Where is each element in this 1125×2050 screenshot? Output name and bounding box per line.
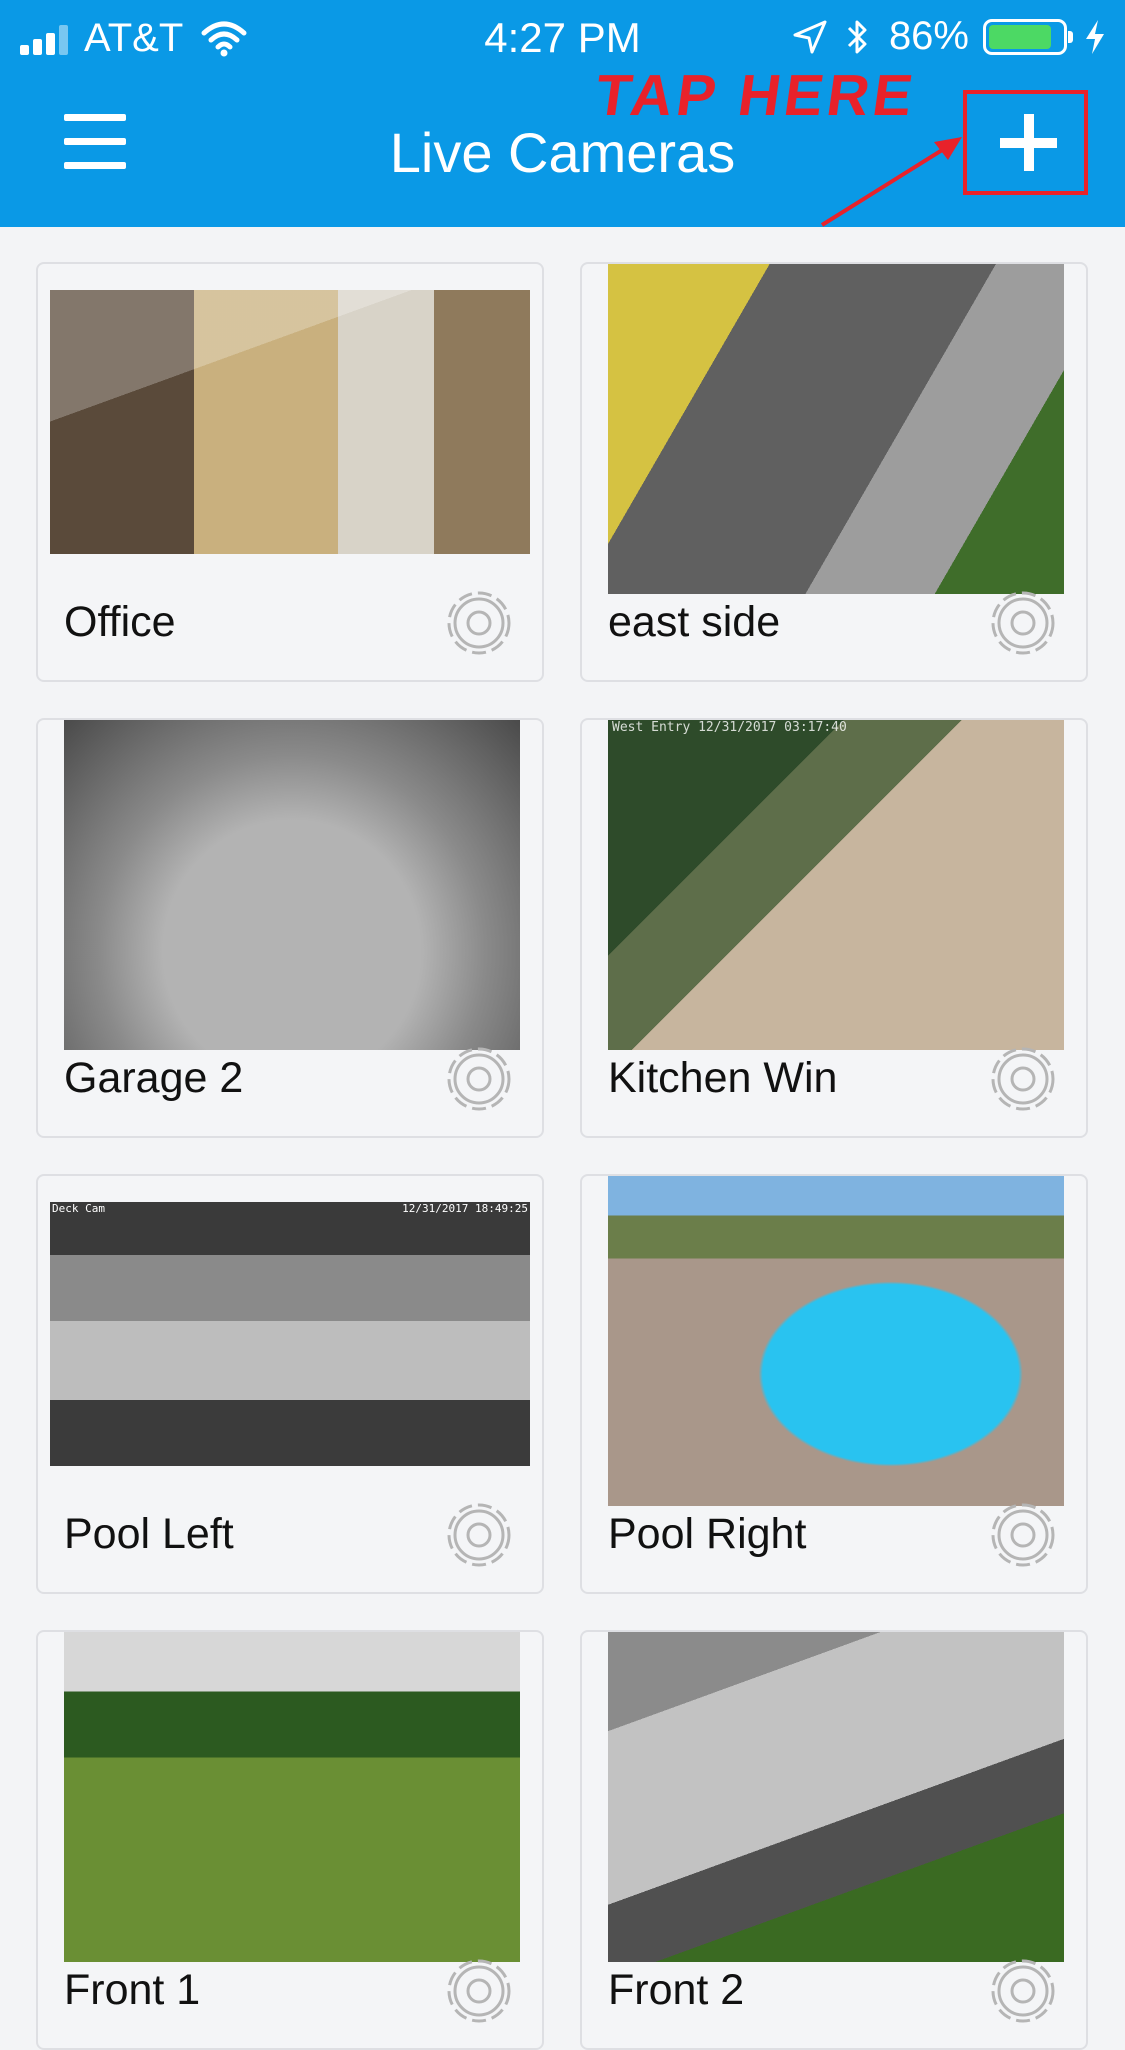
camera-card[interactable]: Office xyxy=(36,262,544,682)
camera-thumbnail[interactable] xyxy=(50,290,530,554)
camera-label: Pool Left xyxy=(64,1510,234,1558)
camera-card[interactable]: Front 2 xyxy=(580,1630,1088,2050)
camera-card[interactable]: Garage 2 xyxy=(36,718,544,1138)
app-header: AT&T 4:27 PM 86% Live Cameras TAP HERE xyxy=(0,0,1125,227)
camera-label: Front 1 xyxy=(64,1966,201,2014)
settings-gear-icon[interactable] xyxy=(982,1038,1064,1120)
annotation-arrow-icon xyxy=(820,137,962,227)
camera-timestamp-overlay: West Entry 12/31/2017 03:17:40 xyxy=(612,720,847,735)
camera-label: Pool Right xyxy=(608,1510,807,1558)
camera-label: east side xyxy=(608,598,781,646)
settings-gear-icon[interactable] xyxy=(982,1494,1064,1576)
camera-label: Kitchen Win xyxy=(608,1054,838,1102)
camera-card[interactable]: Deck Cam 12/31/2017 18:49:25 Pool Left xyxy=(36,1174,544,1594)
camera-thumbnail[interactable]: Deck Cam 12/31/2017 18:49:25 xyxy=(50,1202,530,1466)
camera-label: Front 2 xyxy=(608,1966,745,2014)
camera-label: Office xyxy=(64,598,176,646)
camera-thumbnail[interactable] xyxy=(608,1632,1064,1962)
camera-card[interactable]: West Entry 12/31/2017 03:17:40 Kitchen W… xyxy=(580,718,1088,1138)
settings-gear-icon[interactable] xyxy=(982,1950,1064,2032)
camera-thumbnail[interactable] xyxy=(608,1176,1064,1506)
camera-card[interactable]: Front 1 xyxy=(36,1630,544,2050)
camera-label: Garage 2 xyxy=(64,1054,244,1102)
settings-gear-icon[interactable] xyxy=(438,582,520,664)
camera-thumbnail[interactable] xyxy=(608,264,1064,594)
camera-name-overlay: Deck Cam xyxy=(52,1202,105,1215)
add-camera-button[interactable] xyxy=(963,90,1088,195)
camera-card[interactable]: east side xyxy=(580,262,1088,682)
camera-thumbnail[interactable] xyxy=(64,720,520,1050)
settings-gear-icon[interactable] xyxy=(438,1950,520,2032)
settings-gear-icon[interactable] xyxy=(438,1038,520,1120)
settings-gear-icon[interactable] xyxy=(982,582,1064,664)
camera-thumbnail[interactable]: West Entry 12/31/2017 03:17:40 xyxy=(608,720,1064,1050)
settings-gear-icon[interactable] xyxy=(438,1494,520,1576)
camera-timestamp-overlay: 12/31/2017 18:49:25 xyxy=(402,1202,528,1215)
camera-thumbnail[interactable] xyxy=(64,1632,520,1962)
camera-card[interactable]: Pool Right xyxy=(580,1174,1088,1594)
